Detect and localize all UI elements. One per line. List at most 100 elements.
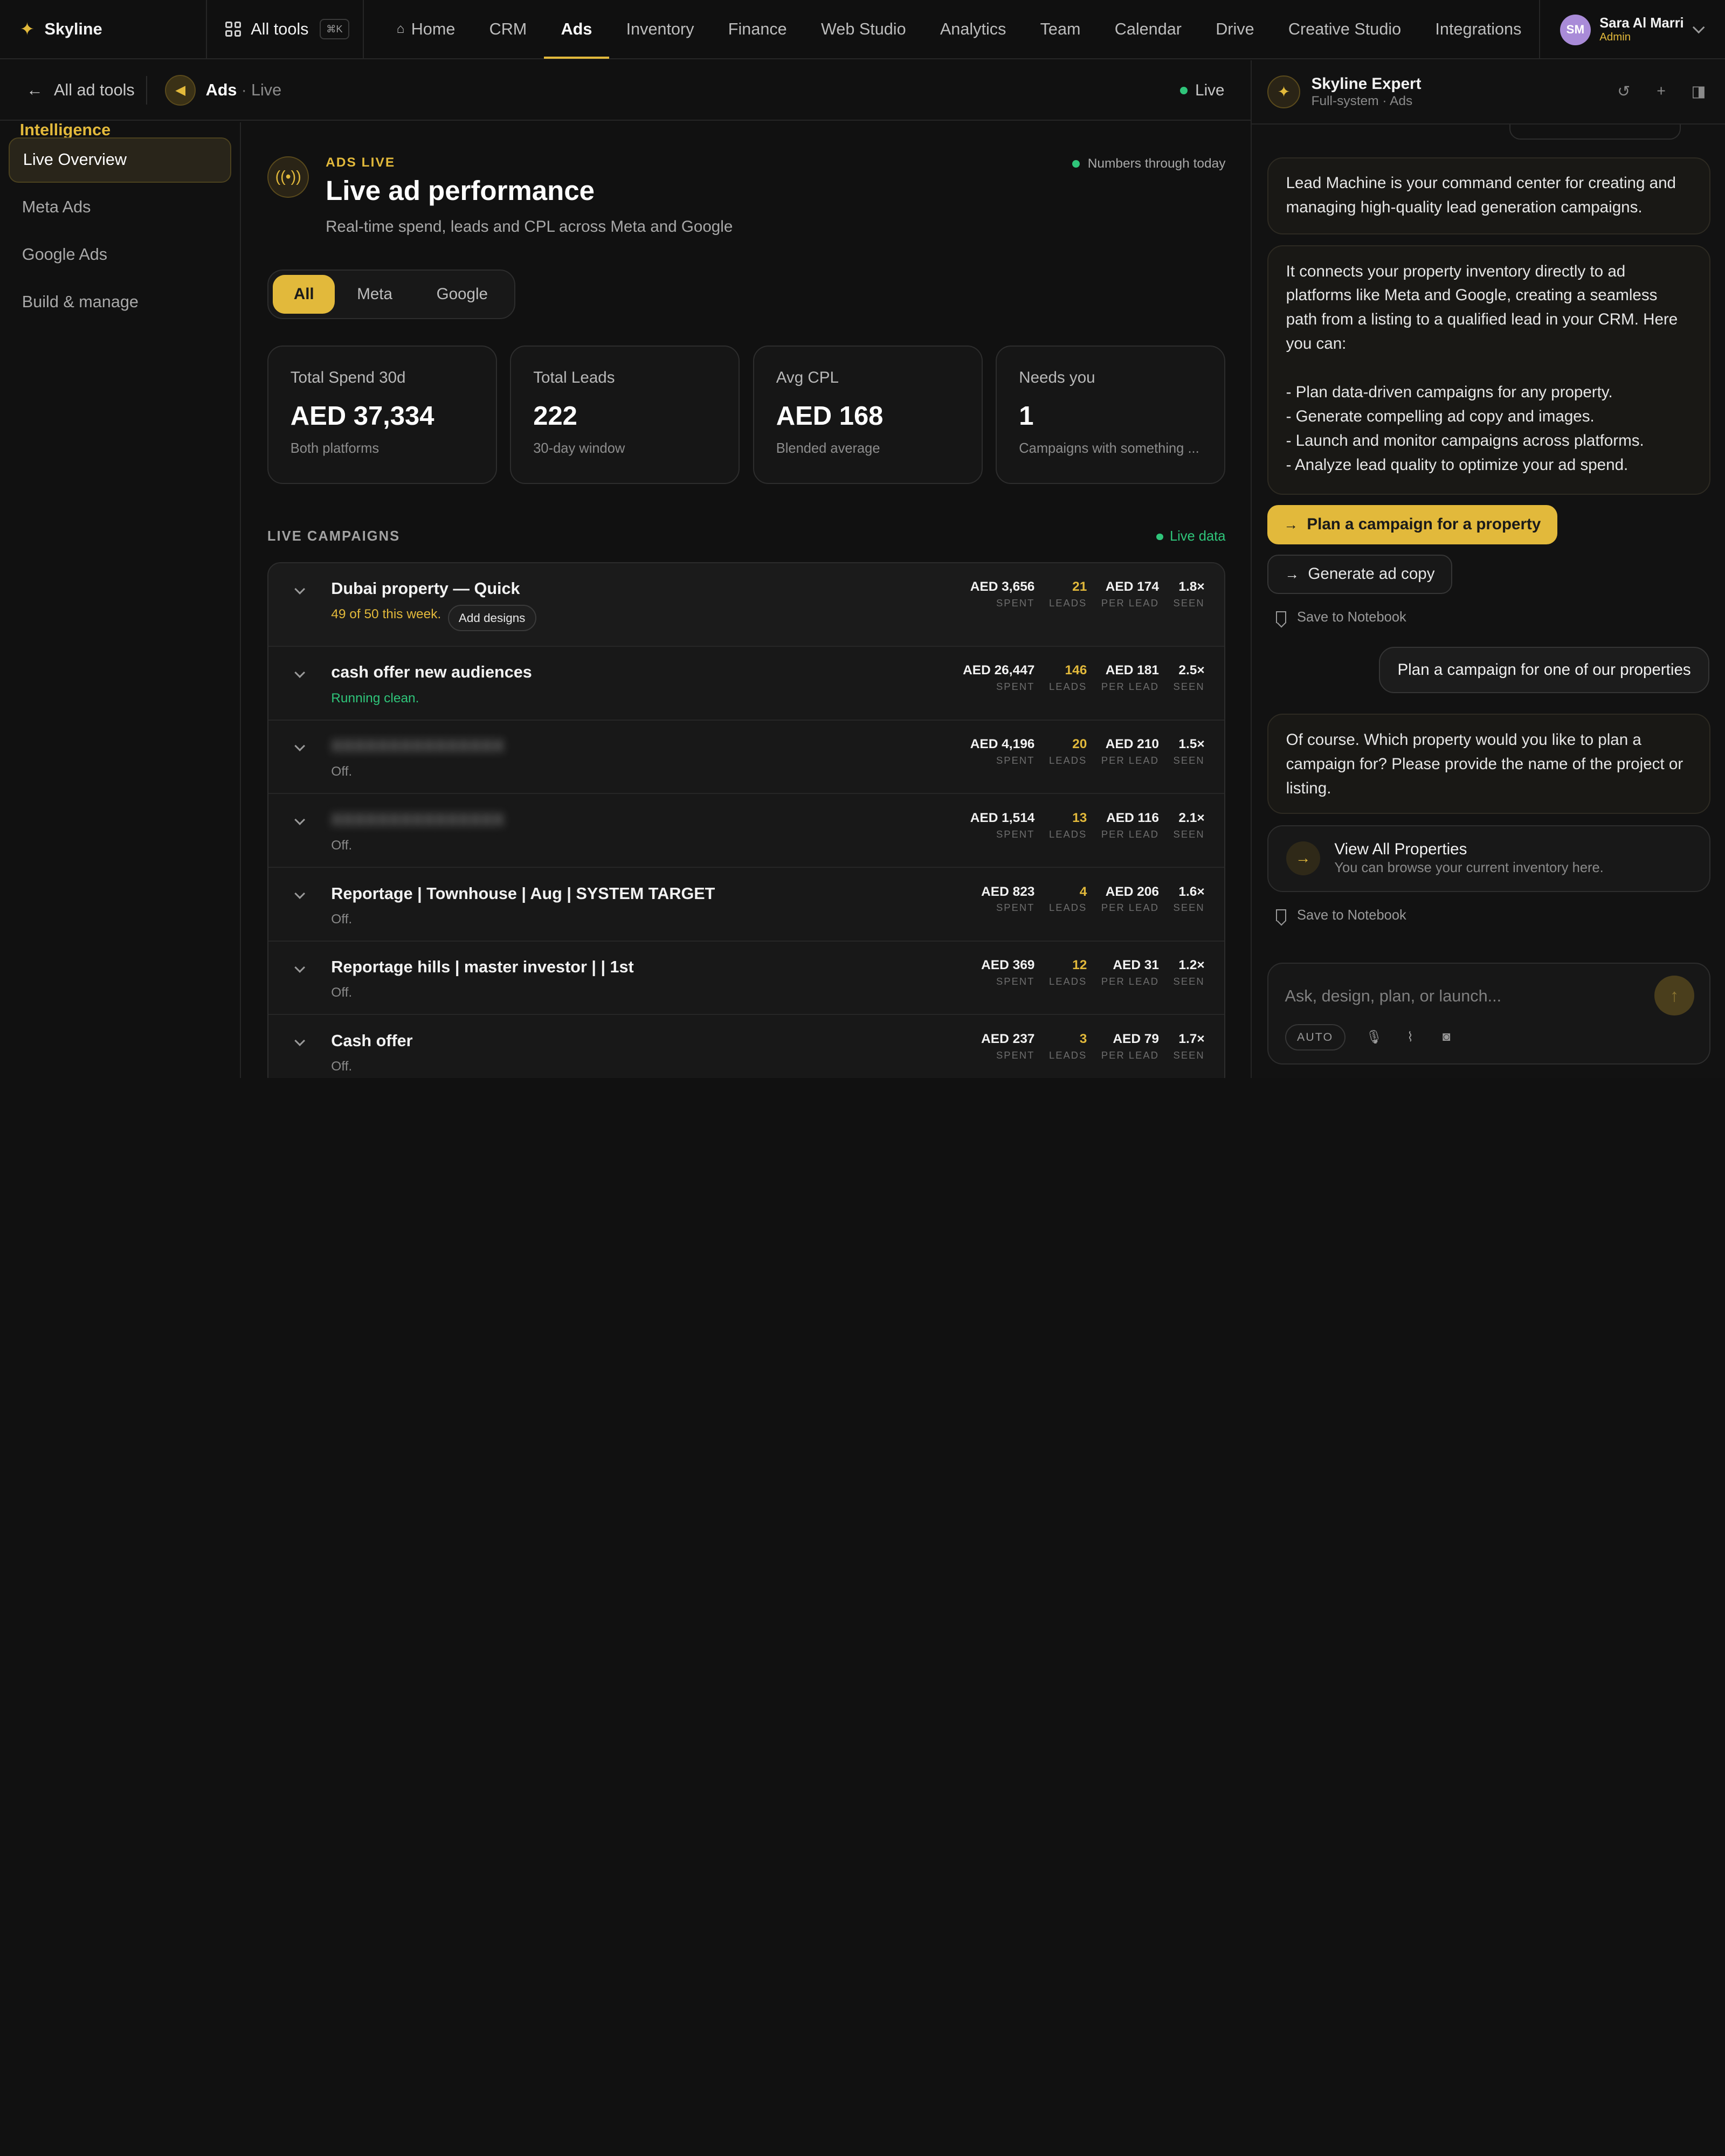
campaign-row[interactable]: Reportage | Townhouse | Aug | SYSTEM TAR… xyxy=(268,868,1225,942)
filter-meta[interactable]: Meta xyxy=(335,275,414,313)
section-title: LIVE CAMPAIGNS xyxy=(267,529,401,544)
nav-item-analytics[interactable]: Analytics xyxy=(923,0,1023,59)
sidebar-item-live-overview[interactable]: Live Overview xyxy=(9,137,231,183)
chat-composer[interactable]: Ask, design, plan, or launch... ↑ AUTO 🎙… xyxy=(1267,962,1711,1065)
back-to-ad-tools-link[interactable]: ← All ad tools xyxy=(0,75,148,105)
all-tools-button[interactable]: All tools ⌘K xyxy=(207,0,364,59)
card-title: View All Properties xyxy=(1334,840,1467,859)
page-title: Live ad performance xyxy=(326,175,595,206)
paperclip-icon[interactable]: ⌇ xyxy=(1403,1029,1418,1045)
metric-seen: 2.1× SEEN xyxy=(1174,811,1205,840)
mode-selector[interactable]: AUTO xyxy=(1285,1024,1346,1051)
filter-google[interactable]: Google xyxy=(415,275,510,313)
send-button[interactable]: ↑ xyxy=(1654,976,1694,1015)
metric-seen: 1.8× SEEN xyxy=(1174,579,1205,609)
sidebar-item-meta-ads[interactable]: Meta Ads xyxy=(9,185,231,230)
arrow-left-icon: ← xyxy=(26,80,43,99)
campaign-row[interactable]: cash offer new audiences Running clean. … xyxy=(268,647,1225,721)
sparkle-icon: ✦ xyxy=(19,19,35,39)
campaign-name-redacted: XXXXXXXXXXXXXXX xyxy=(331,737,505,756)
chevron-down-icon[interactable] xyxy=(294,962,306,973)
suggestion-generate-copy-button[interactable]: → Generate ad copy xyxy=(1267,554,1453,594)
suggestion-label: Plan a campaign for a property xyxy=(1307,515,1541,534)
save-label: Save to Notebook xyxy=(1297,609,1406,625)
campaign-status: Off. xyxy=(331,764,353,779)
all-tools-label: All tools xyxy=(251,19,309,38)
chevron-down-icon[interactable] xyxy=(294,583,306,595)
nav-item-ads[interactable]: Ads xyxy=(543,0,610,59)
breadcrumb-title: Ads xyxy=(205,80,237,99)
microphone-icon[interactable]: 🎙︎ xyxy=(1365,1029,1382,1045)
campaign-row[interactable]: XXXXXXXXXXXXXXX Off. AED 1,514 SPENT 13 LE… xyxy=(268,794,1225,868)
history-icon[interactable]: ↺ xyxy=(1615,82,1633,100)
sparkle-icon: ✦ xyxy=(1267,75,1301,109)
campaign-status: Running clean. xyxy=(331,690,419,706)
save-to-notebook-button[interactable]: Save to Notebook xyxy=(1276,908,1406,923)
metric-value: 2.1× xyxy=(1178,810,1205,825)
nav-item-integrations[interactable]: Integrations xyxy=(1418,0,1524,59)
nav-item-creative-studio[interactable]: Creative Studio xyxy=(1271,0,1418,59)
nav-item-drive[interactable]: Drive xyxy=(1199,0,1272,59)
campaign-name: Reportage hills | master investor | | 1s… xyxy=(331,958,634,977)
nav-item-inventory[interactable]: Inventory xyxy=(609,0,711,59)
nav-item-home[interactable]: ⌂ Home xyxy=(380,0,472,59)
nav-item-crm[interactable]: CRM xyxy=(472,0,544,59)
nav-item-finance[interactable]: Finance xyxy=(711,0,804,59)
metric-label: SPENT xyxy=(996,1049,1035,1061)
nav-label: Finance xyxy=(728,19,787,38)
chat-thread: Lead Machine is your command center for … xyxy=(1252,124,1725,950)
stat-card-avg-cpl[interactable]: Avg CPL AED 168 Blended average xyxy=(753,345,983,484)
composer-input[interactable]: Ask, design, plan, or launch... xyxy=(1285,987,1502,1006)
nav-item-calendar[interactable]: Calendar xyxy=(1098,0,1198,59)
metric-seen: 1.6× SEEN xyxy=(1174,884,1205,914)
chevron-down-icon[interactable] xyxy=(294,888,306,900)
stat-label: Avg CPL xyxy=(776,368,839,386)
stat-card-total-leads[interactable]: Total Leads 222 30-day window xyxy=(510,345,740,484)
filter-all[interactable]: All xyxy=(273,275,335,314)
campaign-row[interactable]: Reportage hills | master investor | | 1s… xyxy=(268,942,1225,1015)
campaign-row[interactable]: Cash offer Off. AED 237 SPENT 3 LEADS AED … xyxy=(268,1015,1225,1078)
stat-card-needs-you[interactable]: Needs you 1 Campaigns with something ... xyxy=(996,345,1226,484)
chevron-down-icon[interactable] xyxy=(294,741,306,752)
status-dot-icon xyxy=(1156,533,1163,540)
campaign-row[interactable]: Dubai property — Quick 49 of 50 this wee… xyxy=(268,563,1225,647)
nav-label: Integrations xyxy=(1435,19,1522,38)
metric-value: 146 xyxy=(1065,663,1087,678)
collapse-panel-icon[interactable]: ◨ xyxy=(1690,82,1708,100)
sidebar-item-build-manage[interactable]: Build & manage xyxy=(9,279,231,324)
nav-item-web-studio[interactable]: Web Studio xyxy=(804,0,923,59)
metric-spent: AED 26,447 SPENT xyxy=(963,663,1034,693)
broadcast-icon: ((•)) xyxy=(267,156,309,198)
metric-spent: AED 3,656 SPENT xyxy=(970,579,1035,609)
metric-per-lead: AED 206 PER LEAD xyxy=(1101,884,1159,914)
stat-card-total-spend[interactable]: Total Spend 30d AED 37,334 Both platform… xyxy=(267,345,497,484)
campaign-status: Off. xyxy=(331,985,353,1000)
metric-leads: 12 LEADS xyxy=(1049,958,1087,987)
suggestion-plan-campaign-button[interactable]: → Plan a campaign for a property xyxy=(1267,505,1557,545)
home-icon: ⌂ xyxy=(396,22,405,37)
chevron-down-icon[interactable] xyxy=(294,667,306,678)
stat-label: Total Spend 30d xyxy=(290,368,406,386)
save-to-notebook-button[interactable]: Save to Notebook xyxy=(1276,610,1406,625)
campaign-metrics: AED 4,196 SPENT 20 LEADS AED 210 PER LEAD 1… xyxy=(956,737,1205,766)
brand-logo[interactable]: ✦ Skyline Intelligence xyxy=(0,0,207,139)
chevron-down-icon[interactable] xyxy=(294,814,306,826)
user-menu[interactable]: SM Sara Al Marri Admin xyxy=(1539,0,1725,60)
metric-leads: 20 LEADS xyxy=(1049,737,1087,766)
stat-note: Blended average xyxy=(776,441,880,457)
nav-label: Team xyxy=(1040,19,1081,38)
metric-label: LEADS xyxy=(1048,681,1087,693)
card-subtitle: You can browse your current inventory he… xyxy=(1334,860,1604,876)
metric-value: AED 4,196 xyxy=(970,737,1035,752)
plus-icon[interactable]: + xyxy=(1652,82,1670,100)
nav-item-team[interactable]: Team xyxy=(1023,0,1098,59)
view-all-properties-card[interactable]: → View All Properties You can browse you… xyxy=(1267,825,1711,893)
campaign-row[interactable]: XXXXXXXXXXXXXXX Off. AED 4,196 SPENT 20 LE… xyxy=(268,721,1225,794)
camera-icon[interactable]: ◙ xyxy=(1439,1029,1454,1045)
campaign-metrics: AED 26,447 SPENT 146 LEADS AED 181 PER LEAD… xyxy=(949,663,1205,693)
message-bullet: - Launch and monitor campaigns across pl… xyxy=(1286,431,1644,450)
add-designs-button[interactable]: Add designs xyxy=(447,605,536,632)
sidebar-item-google-ads[interactable]: Google Ads xyxy=(9,232,231,278)
metric-value: AED 31 xyxy=(1113,958,1160,973)
chevron-down-icon[interactable] xyxy=(294,1035,306,1047)
